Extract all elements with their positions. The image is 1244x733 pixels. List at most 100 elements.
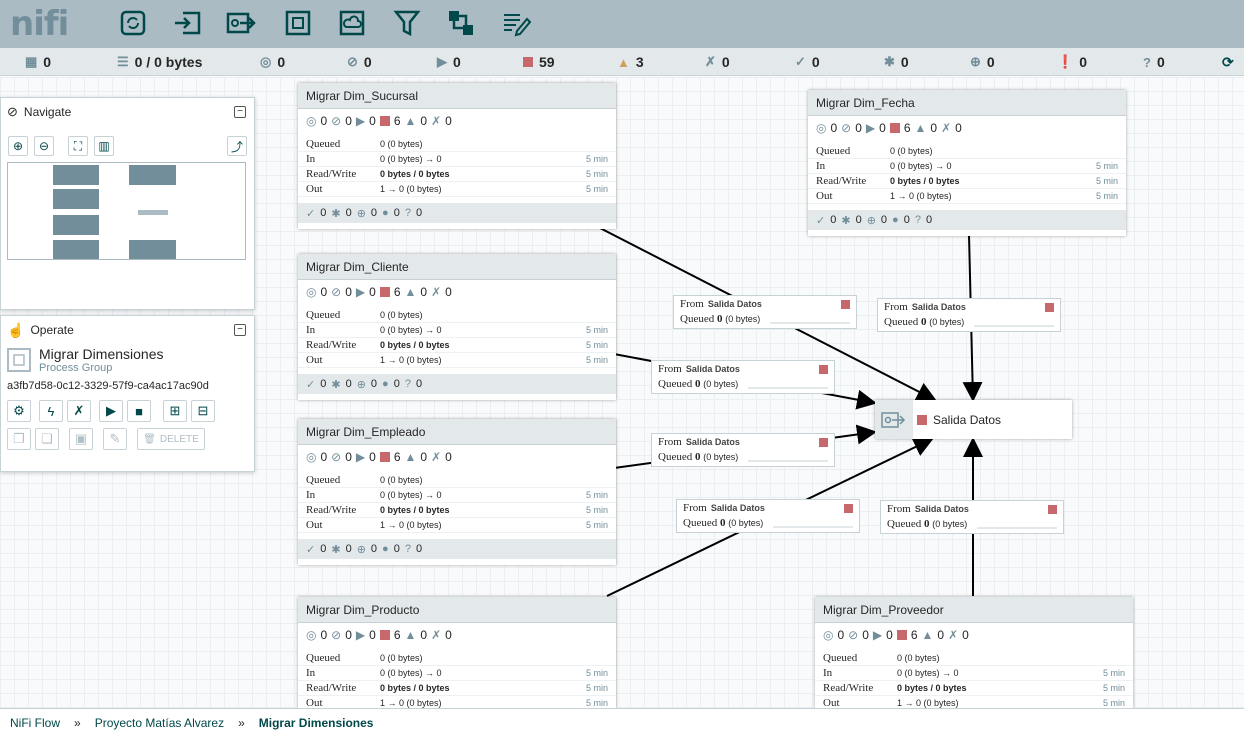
birdseye-group — [53, 165, 99, 185]
output-port-name: Salida Datos — [933, 412, 1002, 427]
refresh-icon[interactable]: ⟳ — [1222, 54, 1234, 71]
process-group-footer: ✓ 0 ✱ 0 ⊕ 0 ● 0 ? 0 — [298, 203, 616, 223]
process-group-counts: ◎ 0 ⊘ 0 ▶ 0 6 ▲ 0 ✗ 0 — [306, 114, 452, 128]
stopped-status: 59 — [523, 54, 555, 70]
connection-label[interactable]: From Salida Datos Queued 0 (0 bytes) — [877, 298, 1061, 332]
play-icon: ▶ — [437, 54, 447, 69]
output-port-icon — [875, 400, 913, 439]
actual-size-icon[interactable]: ▥ — [94, 136, 114, 156]
leave-group-icon[interactable]: ⤴ — [227, 136, 247, 156]
paste-icon[interactable]: ❏ — [35, 428, 59, 450]
play-icon: ▶ — [872, 628, 883, 642]
process-group-icon[interactable] — [282, 7, 314, 39]
breadcrumb: NiFi Flow » Proyecto Matías Alvarez » Mi… — [0, 708, 1244, 733]
stop-icon — [379, 116, 390, 126]
transmitting-icon: ◎ — [306, 450, 317, 464]
connection-label[interactable]: From Salida Datos Queued 0 (0 bytes) — [880, 500, 1064, 534]
play-icon: ▶ — [355, 114, 366, 128]
collapse-icon[interactable]: − — [234, 324, 246, 336]
question-icon: ? — [404, 378, 411, 390]
modified-stale-status: ❗ 0 — [1057, 54, 1087, 70]
start-play-icon[interactable]: ▶ — [99, 400, 123, 422]
breadcrumb-separator: » — [74, 716, 81, 730]
disabled-icon: ✗ — [431, 628, 442, 642]
transmitting-icon: ◎ — [306, 114, 317, 128]
stop-icon — [1048, 505, 1057, 514]
fit-icon[interactable]: ⛶ — [68, 136, 88, 156]
connection-label[interactable]: From Salida Datos Queued 0 (0 bytes) — [673, 295, 857, 329]
locally-modified-status: ✱ 0 — [884, 54, 909, 70]
operate-header[interactable]: ☝ Operate − — [1, 316, 254, 344]
process-group-footer: ✓ 0 ✱ 0 ⊕ 0 ● 0 ? 0 — [298, 539, 616, 559]
process-group-counts: ◎ 0 ⊘ 0 ▶ 0 6 ▲ 0 ✗ 0 — [306, 628, 452, 642]
breadcrumb-parent-link[interactable]: Proyecto Matías Alvarez — [95, 716, 224, 730]
process-group-name: Migrar Dim_Proveedor — [815, 597, 1133, 623]
label-icon[interactable] — [500, 7, 532, 39]
navigate-header[interactable]: ⊘ Navigate − — [1, 98, 254, 126]
output-port-icon[interactable] — [226, 7, 258, 39]
process-group-card[interactable]: Migrar Dim_Cliente ◎ 0 ⊘ 0 ▶ 0 6 ▲ 0 ✗ 0 Queu… — [298, 254, 616, 400]
exclamation-circle-icon: ● — [382, 543, 389, 555]
asterisk-icon: ✱ — [884, 54, 895, 69]
up-arrow-circle-icon: ⊕ — [356, 543, 366, 556]
connection-label[interactable]: From Salida Datos Queued 0 (0 bytes) — [651, 360, 835, 394]
create-template-icon[interactable]: ⊞ — [163, 400, 187, 422]
input-port-icon[interactable] — [172, 7, 204, 39]
process-group-stats: Queued 0 (0 bytes) In 0 (0 bytes) → 05 min… — [815, 647, 1133, 708]
process-group-name: Migrar Dim_Cliente — [298, 254, 616, 280]
upload-template-icon[interactable]: ⊟ — [191, 400, 215, 422]
processor-icon[interactable] — [117, 7, 149, 39]
selection-info: Migrar Dimensiones Process Group — [1, 344, 254, 376]
transmitting-icon: ◎ — [306, 285, 317, 299]
navigate-panel: ⊘ Navigate − ⊕ ⊖ ⛶ ▥ ⤴ — [0, 97, 255, 310]
stop-icon — [379, 452, 390, 462]
copy-icon[interactable]: ❐ — [7, 428, 31, 450]
funnel-icon[interactable] — [391, 7, 423, 39]
process-group-card[interactable]: Migrar Dim_Producto ◎ 0 ⊘ 0 ▶ 0 6 ▲ 0 ✗ 0 Que… — [298, 597, 616, 708]
zoom-out-icon[interactable]: ⊖ — [34, 136, 54, 156]
enable-lightning-icon[interactable]: ϟ — [39, 400, 63, 422]
nifi-logo: nifi — [10, 4, 69, 44]
connection-label[interactable]: From Salida Datos Queued 0 (0 bytes) — [676, 499, 860, 533]
play-icon: ▶ — [355, 285, 366, 299]
up-arrow-circle-icon: ⊕ — [356, 378, 366, 391]
stop-icon — [889, 123, 900, 133]
output-port[interactable]: Salida Datos — [875, 400, 1072, 439]
queue-bar — [748, 387, 828, 389]
queue-bar — [770, 322, 850, 324]
process-group-card[interactable]: Migrar Dim_Proveedor ◎ 0 ⊘ 0 ▶ 0 6 ▲ 0 ✗ 0 Qu… — [815, 597, 1133, 708]
stop-square-icon[interactable]: ■ — [127, 400, 151, 422]
stop-icon — [523, 57, 533, 67]
process-group-card[interactable]: Migrar Dim_Sucursal ◎ 0 ⊘ 0 ▶ 0 6 ▲ 0 ✗ 0 Que… — [298, 83, 616, 229]
cluster-icon: ▦ — [25, 54, 38, 69]
process-group-card[interactable]: Migrar Dim_Empleado ◎ 0 ⊘ 0 ▶ 0 6 ▲ 0 ✗ 0 Que… — [298, 419, 616, 565]
connection-label[interactable]: From Salida Datos Queued 0 (0 bytes) — [651, 433, 835, 467]
disabled-icon: ✗ — [941, 121, 952, 135]
not-transmitting-icon: ⊘ — [347, 54, 358, 69]
transmitting-icon: ◎ — [823, 628, 834, 642]
disable-icon[interactable]: ✗ — [67, 400, 91, 422]
birdseye-view[interactable] — [7, 162, 246, 260]
check-icon: ✓ — [306, 543, 316, 556]
process-group-card[interactable]: Migrar Dim_Fecha ◎ 0 ⊘ 0 ▶ 0 6 ▲ 0 ✗ 0 Queued… — [808, 90, 1126, 236]
group-icon[interactable]: ▣ — [69, 428, 93, 450]
warning-icon: ▲ — [404, 285, 417, 299]
collapse-icon[interactable]: − — [234, 106, 246, 118]
warning-icon: ▲ — [404, 114, 417, 128]
disabled-icon: ✗ — [705, 54, 716, 69]
warning-icon: ▲ — [914, 121, 927, 135]
template-icon[interactable] — [445, 7, 477, 39]
breadcrumb-root-link[interactable]: NiFi Flow — [10, 716, 60, 730]
not-transmitting-icon: ⊘ — [331, 285, 342, 299]
process-group-counts: ◎ 0 ⊘ 0 ▶ 0 6 ▲ 0 ✗ 0 — [816, 121, 962, 135]
check-icon: ✓ — [306, 207, 316, 220]
color-brush-icon[interactable]: ✎ — [103, 428, 127, 450]
stale-status: ⊕ 0 — [970, 54, 995, 70]
transmitting-icon: ◎ — [306, 628, 317, 642]
process-group-name: Migrar Dim_Producto — [298, 597, 616, 623]
delete-button[interactable]: 🗑 DELETE — [137, 428, 205, 450]
process-group-stats: Queued 0 (0 bytes) In 0 (0 bytes) → 05 min… — [298, 647, 616, 708]
zoom-in-icon[interactable]: ⊕ — [8, 136, 28, 156]
configure-gear-icon[interactable]: ⚙ — [7, 400, 31, 422]
remote-process-group-icon[interactable] — [336, 7, 368, 39]
